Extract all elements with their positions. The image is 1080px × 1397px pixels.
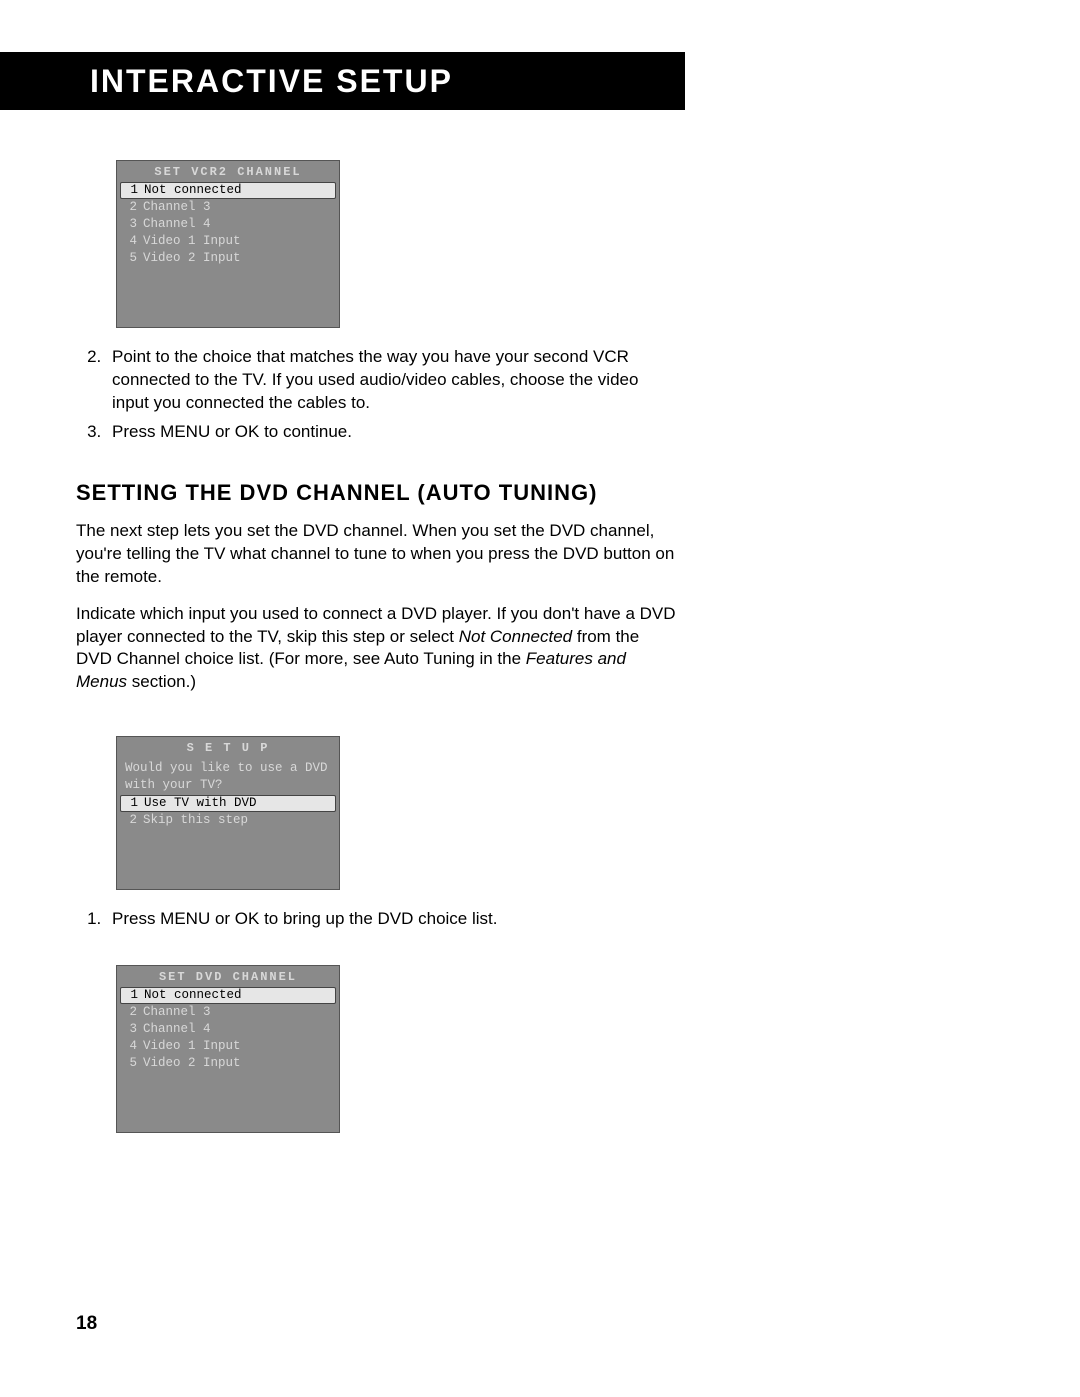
osd-item: 4 Video 1 Input xyxy=(117,233,339,250)
osd-item: 2 Channel 3 xyxy=(117,199,339,216)
osd-item-text: Video 1 Input xyxy=(143,234,241,249)
step-item: Press MENU or OK to bring up the DVD cho… xyxy=(106,908,676,931)
osd-item-text: Video 2 Input xyxy=(143,1056,241,1071)
osd-item-num: 1 xyxy=(124,796,138,811)
osd-item-num: 1 xyxy=(124,988,138,1003)
osd-item-num: 2 xyxy=(123,200,137,215)
page-number: 18 xyxy=(76,1313,97,1335)
osd-item-text: Channel 3 xyxy=(143,200,211,215)
osd-item: 5 Video 2 Input xyxy=(117,1055,339,1072)
step-item: Press MENU or OK to continue. xyxy=(106,421,676,444)
osd-item: 2 Skip this step xyxy=(117,812,339,829)
osd-item-num: 2 xyxy=(123,813,137,828)
osd-item-text: Channel 4 xyxy=(143,1022,211,1037)
osd-item: 4 Video 1 Input xyxy=(117,1038,339,1055)
step-item: Point to the choice that matches the way… xyxy=(106,346,676,415)
steps-dvd: Press MENU or OK to bring up the DVD cho… xyxy=(76,908,676,931)
osd-item-num: 1 xyxy=(124,183,138,198)
osd-item-text: Video 1 Input xyxy=(143,1039,241,1054)
osd-vcr2: SET VCR2 CHANNEL 1 Not connected 2 Channel … xyxy=(116,160,340,328)
text: section.) xyxy=(127,672,196,691)
steps-vcr2: Point to the choice that matches the way… xyxy=(76,346,676,444)
page-content: SET VCR2 CHANNEL 1 Not connected 2 Channel … xyxy=(76,160,676,1133)
osd-item-num: 4 xyxy=(123,234,137,249)
osd-setup-title: S E T U P xyxy=(117,737,339,758)
osd-item: 3 Channel 4 xyxy=(117,216,339,233)
osd-item: 1 Use TV with DVD xyxy=(120,795,336,812)
dvd-para-2: Indicate which input you used to connect… xyxy=(76,603,676,695)
osd-item-text: Not connected xyxy=(144,183,242,198)
osd-item-num: 3 xyxy=(123,1022,137,1037)
osd-item: 3 Channel 4 xyxy=(117,1021,339,1038)
dvd-para-1: The next step lets you set the DVD chann… xyxy=(76,520,676,589)
osd-vcr2-title: SET VCR2 CHANNEL xyxy=(117,161,339,182)
osd-item-text: Use TV with DVD xyxy=(144,796,257,811)
section-heading-dvd: Setting the DVD Channel (Auto Tuning) xyxy=(76,480,676,506)
osd-dvd: SET DVD CHANNEL 1 Not connected 2 Channel 3… xyxy=(116,965,340,1133)
osd-item-num: 4 xyxy=(123,1039,137,1054)
osd-item: 2 Channel 3 xyxy=(117,1004,339,1021)
osd-item-text: Skip this step xyxy=(143,813,248,828)
chapter-banner: Interactive Setup xyxy=(0,52,685,110)
osd-dvd-title: SET DVD CHANNEL xyxy=(117,966,339,987)
osd-item-num: 5 xyxy=(123,251,137,266)
chapter-title: Interactive Setup xyxy=(90,63,453,100)
osd-item-text: Video 2 Input xyxy=(143,251,241,266)
osd-item-text: Channel 4 xyxy=(143,217,211,232)
osd-setup-prompt: Would you like to use a DVD with your TV… xyxy=(117,758,339,795)
osd-item-num: 5 xyxy=(123,1056,137,1071)
osd-setup: S E T U P Would you like to use a DVD wi… xyxy=(116,736,340,890)
osd-item-text: Channel 3 xyxy=(143,1005,211,1020)
osd-item: 5 Video 2 Input xyxy=(117,250,339,267)
italic-not-connected: Not Connected xyxy=(459,627,572,646)
osd-item: 1 Not connected xyxy=(120,182,336,199)
osd-item-num: 2 xyxy=(123,1005,137,1020)
osd-item-num: 3 xyxy=(123,217,137,232)
osd-item-text: Not connected xyxy=(144,988,242,1003)
osd-item: 1 Not connected xyxy=(120,987,336,1004)
